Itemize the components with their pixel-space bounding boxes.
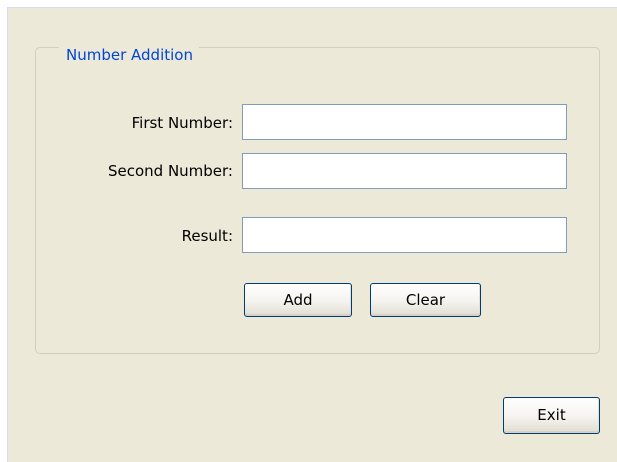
exit-button[interactable]: Exit [503,397,600,434]
second-number-label: Second Number: [107,162,233,180]
first-number-label: First Number: [131,114,233,132]
first-number-input[interactable] [242,104,567,140]
result-output[interactable] [242,217,567,253]
clear-button[interactable]: Clear [370,283,481,317]
result-label: Result: [181,227,233,245]
add-button[interactable]: Add [244,283,352,317]
second-number-input[interactable] [242,153,567,189]
group-title: Number Addition [59,45,199,65]
